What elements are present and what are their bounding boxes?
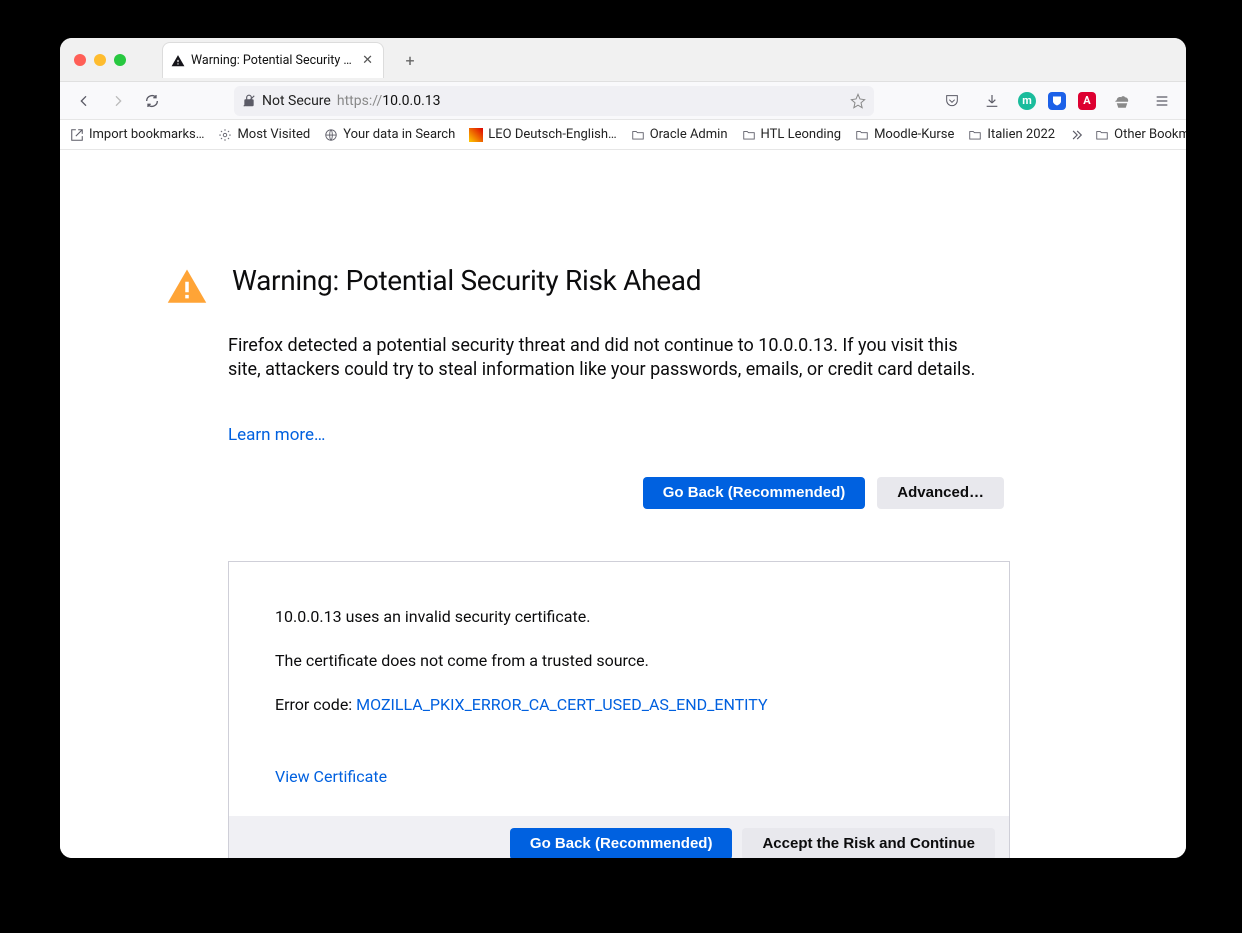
bookmark-leo[interactable]: LEO Deutsch-English… (469, 127, 616, 142)
error-description: Firefox detected a potential security th… (228, 334, 988, 383)
bookmark-most-visited[interactable]: Most Visited (218, 127, 310, 142)
advanced-button[interactable]: Advanced… (877, 477, 1004, 509)
learn-more-link[interactable]: Learn more… (228, 425, 325, 445)
advanced-panel: 10.0.0.13 uses an invalid security certi… (228, 561, 1010, 858)
extension-bitwarden-icon[interactable] (1048, 92, 1066, 110)
navigation-toolbar: Not Secure https://10.0.0.13 m A (60, 82, 1186, 120)
bookmark-star-icon[interactable] (850, 93, 866, 109)
cert-invalid-text: 10.0.0.13 uses an invalid security certi… (275, 606, 963, 628)
bookmark-label: Other Bookmarks (1114, 127, 1186, 142)
url-host: 10.0.0.13 (382, 93, 440, 109)
bookmark-label: Moodle-Kurse (874, 127, 954, 142)
close-tab-icon[interactable]: ✕ (360, 53, 375, 68)
bookmarks-overflow-icon[interactable] (1069, 128, 1083, 142)
bookmark-oracle[interactable]: Oracle Admin (631, 127, 728, 142)
error-code-line: Error code: MOZILLA_PKIX_ERROR_CA_CERT_U… (275, 694, 963, 716)
bookmark-label: HTL Leonding (761, 127, 842, 142)
minimize-window-button[interactable] (94, 54, 106, 66)
extension-m-icon[interactable]: m (1018, 92, 1036, 110)
folder-icon (631, 128, 645, 142)
bookmark-moodle[interactable]: Moodle-Kurse (855, 127, 954, 142)
security-error-page: Warning: Potential Security Risk Ahead F… (166, 264, 1010, 858)
bookmark-label: Import bookmarks… (89, 127, 204, 142)
leo-icon (469, 128, 483, 142)
forward-button[interactable] (104, 87, 132, 115)
security-label: Not Secure (262, 93, 331, 109)
go-back-button-2[interactable]: Go Back (Recommended) (510, 828, 733, 858)
url-protocol: https:// (337, 93, 382, 109)
folder-icon (855, 128, 869, 142)
warning-icon (171, 54, 185, 68)
error-code-label: Error code: (275, 695, 356, 714)
error-code-link[interactable]: MOZILLA_PKIX_ERROR_CA_CERT_USED_AS_END_E… (356, 695, 767, 714)
reload-button[interactable] (138, 87, 166, 115)
lock-slash-icon (242, 94, 256, 108)
bookmark-other[interactable]: Other Bookmarks (1095, 127, 1186, 142)
tab-title: Warning: Potential Security Risk (191, 53, 354, 68)
toolbar-right: m A (938, 87, 1176, 115)
bookmark-import[interactable]: Import bookmarks… (70, 127, 204, 142)
go-back-button[interactable]: Go Back (Recommended) (643, 477, 866, 509)
bookmark-label: LEO Deutsch-English… (488, 127, 616, 142)
bookmark-label: Italien 2022 (987, 127, 1055, 142)
folder-icon (968, 128, 982, 142)
maximize-window-button[interactable] (114, 54, 126, 66)
url-text: https://10.0.0.13 (337, 93, 441, 109)
titlebar: Warning: Potential Security Risk ✕ + (60, 38, 1186, 82)
bookmark-italien[interactable]: Italien 2022 (968, 127, 1055, 142)
downloads-icon[interactable] (978, 87, 1006, 115)
bookmark-label: Your data in Search (343, 127, 455, 142)
folder-icon (742, 128, 756, 142)
close-window-button[interactable] (74, 54, 86, 66)
security-indicator[interactable]: Not Secure (242, 93, 331, 109)
advanced-footer: Go Back (Recommended) Accept the Risk an… (229, 816, 1009, 858)
bookmarks-toolbar: Import bookmarks… Most Visited Your data… (60, 120, 1186, 150)
bookmark-htl[interactable]: HTL Leonding (742, 127, 842, 142)
new-tab-button[interactable]: + (400, 50, 420, 70)
accept-risk-button[interactable]: Accept the Risk and Continue (742, 828, 995, 858)
error-title: Warning: Potential Security Risk Ahead (232, 264, 701, 297)
bookmark-label: Oracle Admin (650, 127, 728, 142)
extension-puzzle-icon[interactable] (1108, 87, 1136, 115)
view-certificate-link[interactable]: View Certificate (275, 767, 387, 786)
bookmark-your-data[interactable]: Your data in Search (324, 127, 455, 142)
page-content: Warning: Potential Security Risk Ahead F… (60, 150, 1186, 858)
extension-angular-icon[interactable]: A (1078, 92, 1096, 110)
url-bar[interactable]: Not Secure https://10.0.0.13 (234, 86, 874, 116)
browser-window: Warning: Potential Security Risk ✕ + Not… (60, 38, 1186, 858)
warning-triangle-icon (166, 266, 208, 308)
pocket-icon[interactable] (938, 87, 966, 115)
folder-icon (1095, 128, 1109, 142)
cert-untrusted-text: The certificate does not come from a tru… (275, 650, 963, 672)
browser-tab[interactable]: Warning: Potential Security Risk ✕ (162, 42, 384, 78)
back-button[interactable] (70, 87, 98, 115)
app-menu-icon[interactable] (1148, 87, 1176, 115)
window-controls (74, 54, 126, 66)
bookmark-label: Most Visited (237, 127, 310, 142)
